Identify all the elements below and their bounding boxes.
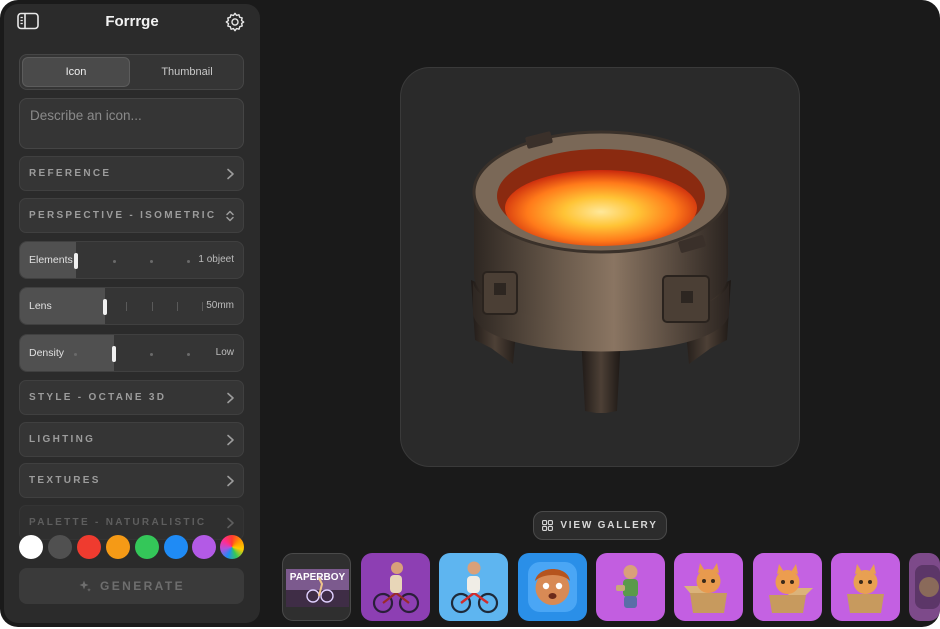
gallery-thumbnail[interactable] [361, 553, 430, 621]
lens-slider[interactable]: Lens 50mm [19, 287, 244, 325]
elements-slider[interactable]: Elements 1 objeet [19, 241, 244, 279]
thumbnail-image [528, 562, 577, 612]
style-label: STYLE - OCTANE 3D [29, 392, 167, 403]
lens-value: 50mm [206, 300, 234, 311]
gallery-thumbnail[interactable] [909, 553, 940, 621]
gallery-thumbnail[interactable] [753, 553, 822, 621]
color-swatch-gray[interactable] [48, 535, 72, 559]
color-swatch-purple[interactable] [192, 535, 216, 559]
prompt-input[interactable]: Describe an icon... [19, 98, 244, 149]
density-value: Low [215, 347, 234, 358]
thumbnail-image: PAPERBOY [286, 569, 349, 607]
lighting-label: LIGHTING [29, 434, 96, 445]
tab-thumbnail[interactable]: Thumbnail [133, 57, 241, 87]
slider-handle[interactable] [103, 299, 107, 315]
reference-label: REFERENCE [29, 168, 112, 179]
gallery-thumbnail[interactable] [596, 553, 665, 621]
perspective-select[interactable]: PERSPECTIVE - ISOMETRIC [19, 198, 244, 233]
color-swatch-red[interactable] [77, 535, 101, 559]
gallery-thumbnail[interactable] [518, 553, 587, 621]
sparkle-icon [79, 580, 91, 592]
textures-label: TEXTURES [29, 475, 101, 486]
app-title: Forrrge [105, 13, 159, 30]
chevron-up-down-icon [226, 210, 234, 222]
slider-tick [187, 353, 190, 356]
gallery-thumbnail[interactable]: PAPERBOY [282, 553, 351, 621]
generate-label: GENERATE [100, 579, 185, 593]
slider-tick [152, 302, 153, 311]
elements-label: Elements [29, 254, 73, 266]
chevron-right-icon [227, 517, 234, 529]
chevron-right-icon [227, 475, 234, 487]
generated-icon-image [471, 130, 731, 413]
chevron-right-icon [227, 392, 234, 404]
thumbnail-image [769, 564, 813, 613]
density-label: Density [29, 347, 65, 359]
tab-icon[interactable]: Icon [22, 57, 130, 87]
slider-tick [177, 302, 178, 311]
palette-label: PALETTE - NATURALISTIC [29, 517, 207, 528]
sidebar-header: Forrrge [4, 4, 260, 38]
sidebar: Forrrge Icon Thumbnail Describe an icon.… [4, 4, 260, 623]
style-row[interactable]: STYLE - OCTANE 3D [19, 380, 244, 415]
elements-value: 1 objeet [198, 254, 234, 265]
lens-label: Lens [29, 300, 52, 312]
gear-icon[interactable] [223, 10, 247, 34]
gallery-thumbnail[interactable] [674, 553, 743, 621]
chevron-right-icon [227, 168, 234, 180]
density-slider[interactable]: Density Low [19, 334, 244, 372]
slider-handle[interactable] [74, 253, 78, 269]
slider-tick [113, 260, 116, 263]
palette-row[interactable]: PALETTE - NATURALISTIC [19, 505, 244, 540]
grid-icon [542, 520, 554, 531]
slider-tick [187, 260, 190, 263]
slider-tick [202, 302, 203, 311]
perspective-label: PERSPECTIVE - ISOMETRIC [29, 210, 217, 221]
color-swatch-orange[interactable] [106, 535, 130, 559]
slider-tick [150, 353, 153, 356]
lighting-row[interactable]: LIGHTING [19, 422, 244, 457]
color-swatch-rainbow[interactable] [220, 535, 244, 559]
color-swatch-green[interactable] [135, 535, 159, 559]
thumbnail-image [372, 562, 420, 614]
generate-button[interactable]: GENERATE [19, 568, 244, 604]
chevron-right-icon [227, 434, 234, 446]
thumbnail-image [684, 563, 727, 613]
slider-tick [150, 260, 153, 263]
slider-tick [126, 302, 127, 311]
thumbnail-image [847, 564, 884, 613]
slider-tick [74, 353, 77, 356]
preview-card [400, 67, 800, 467]
app-window: Forrrge Icon Thumbnail Describe an icon.… [0, 0, 940, 627]
thumbnail-caption: PAPERBOY [290, 572, 346, 583]
color-swatch-blue[interactable] [164, 535, 188, 559]
view-gallery-button[interactable]: VIEW GALLERY [533, 511, 667, 540]
slider-handle[interactable] [112, 346, 116, 362]
thumbnail-image [616, 565, 638, 608]
thumbnail-image [915, 565, 940, 609]
mode-switch: Icon Thumbnail [19, 54, 244, 90]
textures-row[interactable]: TEXTURES [19, 463, 244, 498]
color-swatch-white[interactable] [19, 535, 43, 559]
thumbnail-image [450, 561, 499, 614]
gallery-thumbnail[interactable] [439, 553, 508, 621]
gallery-thumbnail[interactable] [831, 553, 900, 621]
reference-row[interactable]: REFERENCE [19, 156, 244, 191]
view-gallery-label: VIEW GALLERY [560, 520, 658, 531]
